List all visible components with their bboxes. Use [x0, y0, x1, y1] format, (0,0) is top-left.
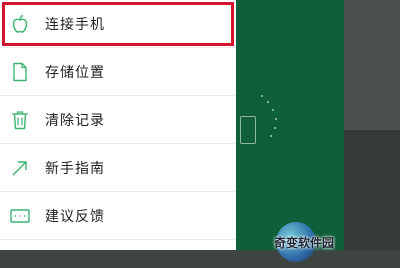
connection-dots-icon [261, 95, 277, 137]
menu-item-label: 清除记录 [45, 112, 105, 129]
side-drawer-menu: 连接手机 存储位置 清除记录 新手指南 建议反馈 [0, 0, 236, 250]
menu-item-beginner-guide[interactable]: 新手指南 [0, 144, 236, 192]
menu-item-label: 建议反馈 [45, 208, 105, 225]
menu-item-storage-location[interactable]: 存储位置 [0, 48, 236, 96]
menu-item-connect-phone[interactable]: 连接手机 [0, 0, 236, 48]
arrow-up-right-icon [10, 157, 30, 179]
keyboard-icon [10, 205, 30, 227]
document-icon [10, 61, 30, 83]
apple-icon [10, 13, 30, 35]
menu-item-clear-records[interactable]: 清除记录 [0, 96, 236, 144]
menu-item-feedback[interactable]: 建议反馈 [0, 192, 236, 240]
menu-item-label: 存储位置 [45, 64, 105, 81]
menu-item-label: 连接手机 [45, 16, 105, 33]
trash-icon [10, 109, 30, 131]
menu-item-label: 新手指南 [45, 160, 105, 177]
background-dark-panel [344, 0, 400, 130]
watermark-text: 奇变软件园 [273, 235, 334, 250]
phone-icon [240, 116, 256, 144]
site-watermark: 奇变软件园 [248, 222, 360, 262]
